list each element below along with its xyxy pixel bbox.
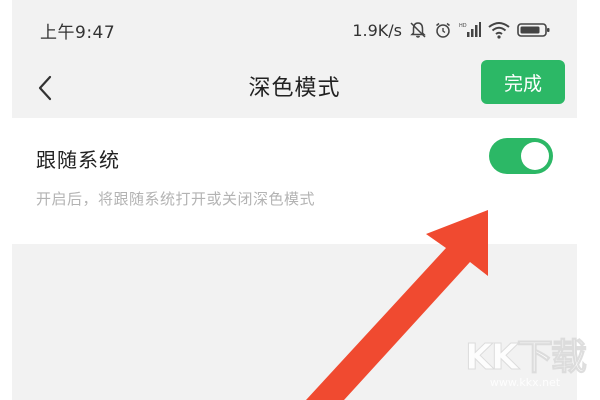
svg-text:HD: HD (459, 23, 467, 29)
battery-icon (517, 21, 551, 39)
wifi-icon (488, 21, 510, 39)
status-bar: 上午9:47 1.9K/s HD (12, 0, 577, 60)
watermark-logo: KK下载 (465, 337, 588, 379)
site-watermark: KK下载 www.kkx.net (460, 328, 590, 392)
watermark-url: www.kkx.net (489, 376, 561, 389)
navigation-bar: 深色模式 完成 (12, 60, 577, 116)
alarm-icon (434, 21, 452, 39)
status-time: 上午9:47 (40, 22, 116, 43)
setting-title: 跟随系统 (36, 148, 120, 172)
hd-signal-icon: HD (459, 21, 481, 39)
net-speed: 1.9K/s (352, 20, 402, 40)
done-button[interactable]: 完成 (481, 60, 565, 104)
follow-system-setting: 跟随系统 开启后，将跟随系统打开或关闭深色模式 (12, 118, 577, 244)
status-icons: 1.9K/s HD (352, 21, 551, 40)
bell-off-icon (409, 21, 427, 39)
toggle-knob (521, 142, 549, 170)
follow-system-toggle[interactable] (489, 138, 553, 174)
setting-description: 开启后，将跟随系统打开或关闭深色模式 (36, 190, 316, 208)
